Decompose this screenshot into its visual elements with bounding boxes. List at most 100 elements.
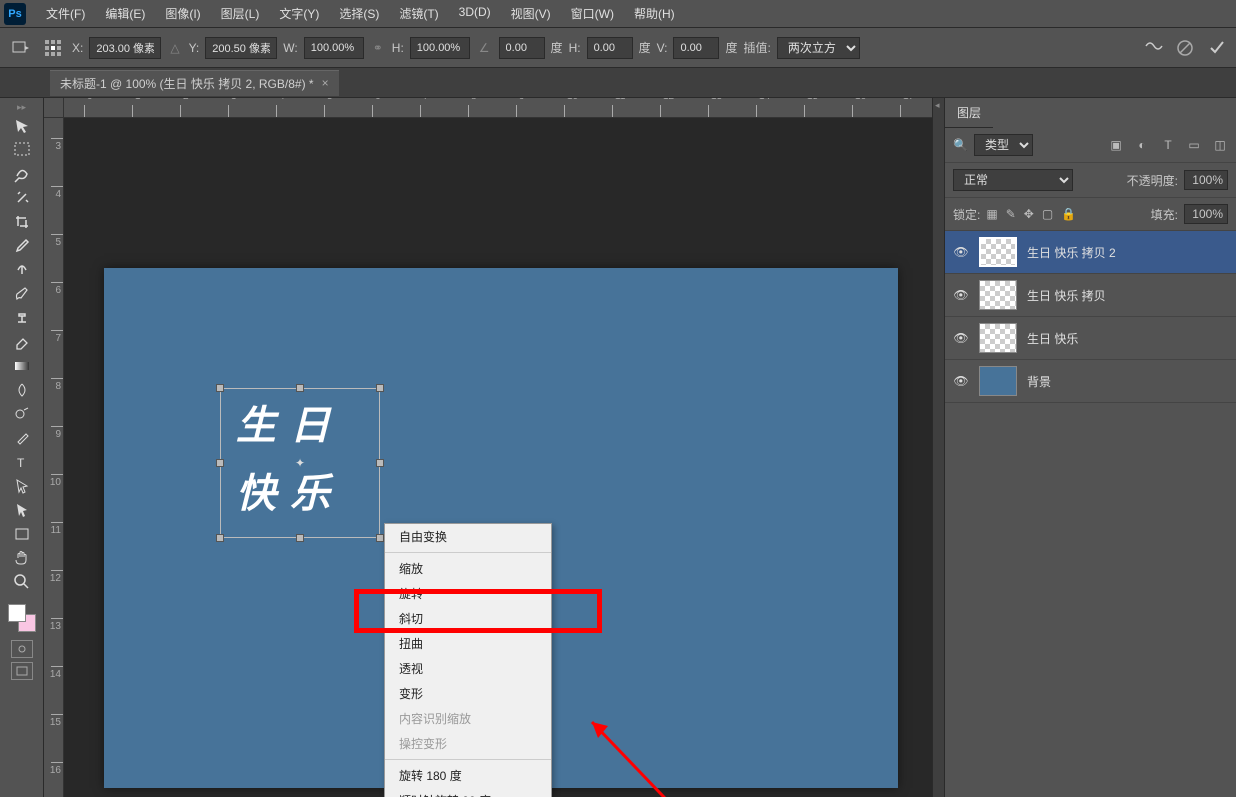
marquee-tool-icon[interactable] (7, 138, 37, 162)
cancel-transform-icon[interactable] (1174, 37, 1196, 59)
context-menu-item[interactable]: 旋转 (385, 581, 551, 606)
menu-item[interactable]: 选择(S) (329, 5, 389, 22)
clone-tool-icon[interactable] (7, 306, 37, 330)
context-menu-item[interactable]: 顺时针旋转 90 度 (385, 788, 551, 797)
foreground-color-swatch[interactable] (8, 604, 26, 622)
v-input[interactable] (673, 37, 719, 59)
y-input[interactable] (205, 37, 277, 59)
type-tool-icon[interactable]: T (7, 450, 37, 474)
menu-item[interactable]: 编辑(E) (95, 5, 155, 22)
rectangle-tool-icon[interactable] (7, 522, 37, 546)
layer-thumbnail[interactable] (979, 280, 1017, 310)
layer-visibility-icon[interactable]: 👁 (953, 331, 969, 345)
layer-thumbnail[interactable] (979, 237, 1017, 267)
lock-position-icon[interactable]: ✥ (1024, 207, 1034, 221)
layer-name-label: 生日 快乐 拷贝 (1027, 287, 1106, 304)
angle-input[interactable] (499, 37, 545, 59)
dodge-tool-icon[interactable] (7, 402, 37, 426)
context-menu-item[interactable]: 旋转 180 度 (385, 763, 551, 788)
context-menu-item[interactable]: 透视 (385, 656, 551, 681)
transform-center-icon[interactable]: ✦ (294, 457, 306, 469)
crop-tool-icon[interactable] (7, 210, 37, 234)
context-menu-item[interactable]: 斜切 (385, 606, 551, 631)
transform-handle-bm[interactable] (296, 534, 304, 542)
filter-adjust-icon[interactable]: ◐ (1134, 138, 1150, 152)
lasso-tool-icon[interactable] (7, 162, 37, 186)
hand-tool-icon[interactable] (7, 546, 37, 570)
smudge-tool-icon[interactable] (7, 378, 37, 402)
eraser-tool-icon[interactable] (7, 330, 37, 354)
ref-point-icon[interactable] (40, 37, 66, 59)
layer-filter-select[interactable]: 类型 (974, 134, 1033, 156)
menu-item[interactable]: 帮助(H) (624, 5, 685, 22)
brush-tool-icon[interactable] (7, 282, 37, 306)
panel-collapse-strip[interactable]: ◂ (932, 98, 944, 797)
lock-transparency-icon[interactable]: ▦ (986, 207, 997, 221)
w-input[interactable] (304, 37, 364, 59)
eyedropper-tool-icon[interactable] (7, 234, 37, 258)
layer-visibility-icon[interactable]: 👁 (953, 288, 969, 302)
transform-handle-tl[interactable] (216, 384, 224, 392)
lock-all-icon[interactable]: 🔒 (1061, 207, 1076, 221)
filter-shape-icon[interactable]: ▭ (1186, 138, 1202, 152)
pen-tool-icon[interactable] (7, 426, 37, 450)
menu-item[interactable]: 文字(Y) (269, 5, 329, 22)
context-menu-item[interactable]: 自由变换 (385, 524, 551, 549)
layer-thumbnail[interactable] (979, 323, 1017, 353)
color-swatch[interactable] (8, 604, 36, 632)
layer-row[interactable]: 👁生日 快乐 拷贝 2 (945, 231, 1236, 274)
fill-value[interactable]: 100% (1184, 204, 1228, 224)
filter-smart-icon[interactable]: ◫ (1212, 138, 1228, 152)
menu-item[interactable]: 滤镜(T) (389, 5, 448, 22)
link-icon[interactable]: ⚭ (370, 41, 386, 55)
context-menu-item[interactable]: 变形 (385, 681, 551, 706)
layers-panel-tab[interactable]: 图层 (945, 98, 993, 128)
toolbox-collapse-icon[interactable]: ▸▸ (0, 102, 43, 112)
layer-visibility-icon[interactable]: 👁 (953, 245, 969, 259)
transform-handle-mr[interactable] (376, 459, 384, 467)
gradient-tool-icon[interactable] (7, 354, 37, 378)
context-menu-item[interactable]: 缩放 (385, 556, 551, 581)
context-menu-item[interactable]: 扭曲 (385, 631, 551, 656)
lock-artboard-icon[interactable]: ▢ (1042, 207, 1053, 221)
screen-mode-icon[interactable] (11, 662, 33, 680)
menu-item[interactable]: 文件(F) (36, 5, 95, 22)
canvas-area[interactable]: 01234567891011121314151617 3456789101112… (44, 98, 944, 797)
menu-item[interactable]: 3D(D) (449, 5, 501, 22)
close-tab-icon[interactable]: × (322, 76, 329, 90)
warp-mode-icon[interactable] (1144, 38, 1164, 57)
transform-handle-ml[interactable] (216, 459, 224, 467)
filter-pixels-icon[interactable]: ▣ (1108, 138, 1124, 152)
arrow-tool-icon[interactable] (7, 498, 37, 522)
path-select-tool-icon[interactable] (7, 474, 37, 498)
menu-item[interactable]: 窗口(W) (561, 5, 624, 22)
menu-item[interactable]: 图层(L) (211, 5, 270, 22)
menu-item[interactable]: 图像(I) (155, 5, 210, 22)
document-tab[interactable]: 未标题-1 @ 100% (生日 快乐 拷贝 2, RGB/8#) * × (50, 70, 339, 96)
layer-visibility-icon[interactable]: 👁 (953, 374, 969, 388)
transform-handle-tr[interactable] (376, 384, 384, 392)
layer-thumbnail[interactable] (979, 366, 1017, 396)
transform-handle-bl[interactable] (216, 534, 224, 542)
menu-item[interactable]: 视图(V) (501, 5, 561, 22)
h-input[interactable] (410, 37, 470, 59)
commit-transform-icon[interactable] (1206, 37, 1228, 59)
opacity-value[interactable]: 100% (1184, 170, 1228, 190)
layer-row[interactable]: 👁 生日 快乐 拷贝 (945, 274, 1236, 317)
quick-mask-icon[interactable] (11, 640, 33, 658)
transform-bounding-box[interactable]: ✦ 生 日 快 乐 (220, 388, 380, 538)
filter-type-icon[interactable]: T (1160, 138, 1176, 152)
lock-paint-icon[interactable]: ✎ (1006, 207, 1016, 221)
magic-wand-tool-icon[interactable] (7, 186, 37, 210)
layer-row[interactable]: 👁背景 (945, 360, 1236, 403)
interp-select[interactable]: 两次立方 (777, 37, 860, 59)
transform-handle-tm[interactable] (296, 384, 304, 392)
blend-mode-select[interactable]: 正常 (953, 169, 1073, 191)
move-tool-icon[interactable] (7, 114, 37, 138)
zoom-tool-icon[interactable] (7, 570, 37, 594)
h2-input[interactable] (587, 37, 633, 59)
layer-row[interactable]: 👁生日 快乐 (945, 317, 1236, 360)
x-input[interactable] (89, 37, 161, 59)
healing-tool-icon[interactable] (7, 258, 37, 282)
transform-handle-br[interactable] (376, 534, 384, 542)
